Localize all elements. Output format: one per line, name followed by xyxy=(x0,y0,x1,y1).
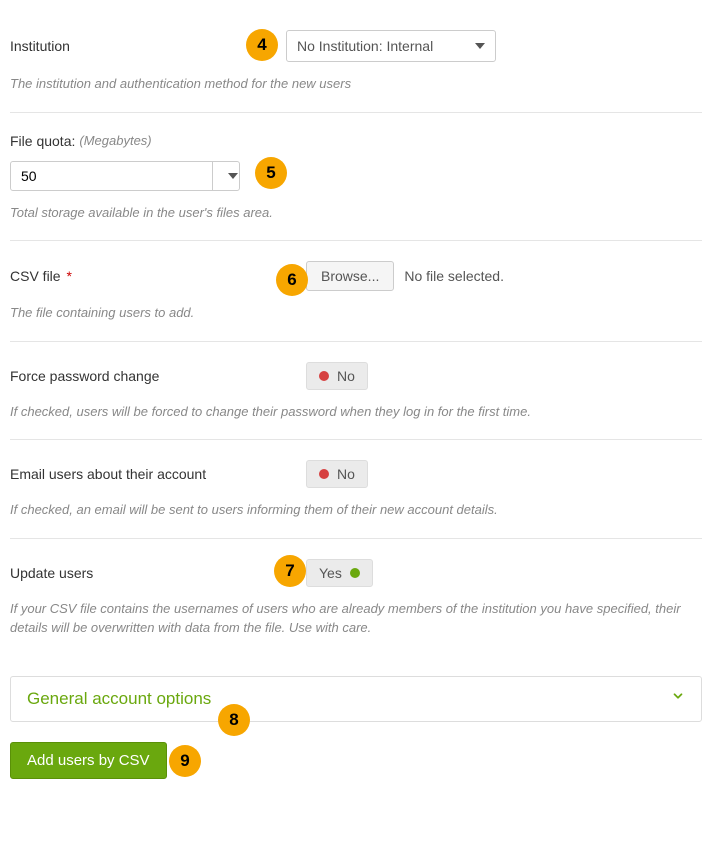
file-quota-input[interactable] xyxy=(11,162,213,190)
accordion-title: General account options xyxy=(27,689,211,709)
file-quota-combo[interactable] xyxy=(10,161,240,191)
institution-select[interactable]: No Institution: Internal xyxy=(286,30,496,62)
institution-selected-value: No Institution: Internal xyxy=(297,38,433,54)
required-indicator: * xyxy=(66,268,71,284)
force-password-group: Force password change No If checked, use… xyxy=(10,342,702,441)
file-quota-suffix: (Megabytes) xyxy=(79,133,151,148)
browse-button[interactable]: Browse... xyxy=(306,261,394,291)
email-users-toggle[interactable]: No xyxy=(306,460,368,488)
badge-8: 8 xyxy=(218,704,250,736)
general-account-options-accordion[interactable]: General account options xyxy=(10,676,702,722)
force-password-value: No xyxy=(337,368,355,384)
email-users-value: No xyxy=(337,466,355,482)
csv-file-label: CSV file xyxy=(10,268,61,284)
file-quota-help: Total storage available in the user's fi… xyxy=(10,203,702,223)
email-users-help: If checked, an email will be sent to use… xyxy=(10,500,702,520)
status-dot-on-icon xyxy=(350,568,360,578)
csv-file-help: The file containing users to add. xyxy=(10,303,702,323)
email-users-label: Email users about their account xyxy=(10,466,306,482)
chevron-down-icon xyxy=(228,173,238,179)
badge-7: 7 xyxy=(274,555,306,587)
submit-row: 9 Add users by CSV xyxy=(10,742,702,779)
file-quota-group: 5 File quota: (Megabytes) Total storage … xyxy=(10,113,702,242)
add-users-by-csv-button[interactable]: Add users by CSV xyxy=(10,742,167,779)
force-password-label: Force password change xyxy=(10,368,306,384)
chevron-down-icon xyxy=(671,689,685,708)
update-users-label: Update users xyxy=(10,565,306,581)
force-password-help: If checked, users will be forced to chan… xyxy=(10,402,702,422)
status-dot-off-icon xyxy=(319,469,329,479)
csv-file-group: 6 CSV file * Browse... No file selected.… xyxy=(10,241,702,342)
badge-4: 4 xyxy=(246,29,278,61)
file-quota-dropdown-toggle[interactable] xyxy=(213,162,239,190)
update-users-group: 7 Update users Yes If your CSV file cont… xyxy=(10,539,702,656)
update-users-toggle[interactable]: Yes xyxy=(306,559,373,587)
badge-6: 6 xyxy=(276,264,308,296)
update-users-help: If your CSV file contains the usernames … xyxy=(10,599,702,638)
badge-5: 5 xyxy=(255,157,287,189)
institution-help: The institution and authentication metho… xyxy=(10,74,702,94)
email-users-group: Email users about their account No If ch… xyxy=(10,440,702,539)
csv-file-label-row: CSV file * xyxy=(10,268,306,284)
file-quota-label: File quota: xyxy=(10,133,75,149)
status-dot-off-icon xyxy=(319,371,329,381)
institution-group: 4 Institution No Institution: Internal T… xyxy=(10,10,702,113)
institution-label: Institution xyxy=(10,38,280,54)
badge-9: 9 xyxy=(169,745,201,777)
chevron-down-icon xyxy=(475,43,485,49)
update-users-value: Yes xyxy=(319,565,342,581)
file-status: No file selected. xyxy=(404,268,504,284)
force-password-toggle[interactable]: No xyxy=(306,362,368,390)
